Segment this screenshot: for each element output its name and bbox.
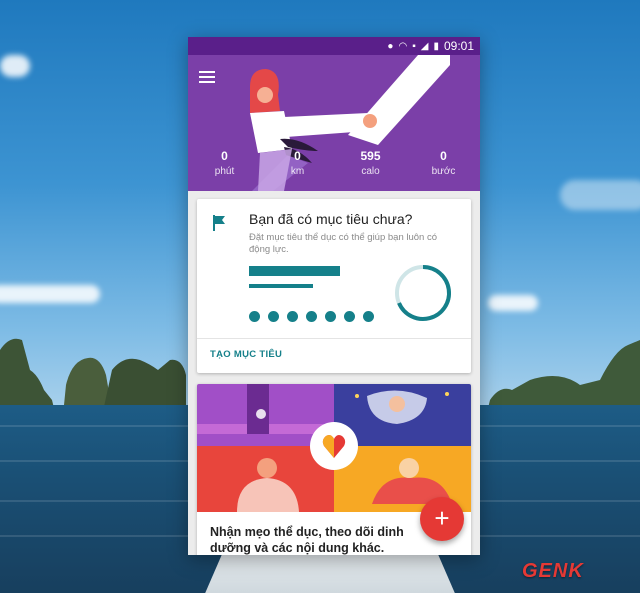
activity-header: 0 phút 0 km 595 calo 0 bước [188,55,480,191]
stat-label: km [290,166,305,177]
phone-screen: ● ◠ ▪ ◢ ▮ 09:01 0 phút 0 km 595 calo 0 b… [188,37,480,555]
genk-logo: GENK [522,560,584,582]
stat-minutes: 0 phút [188,149,261,177]
wifi-icon: ◠ [398,40,408,52]
stat-value: 0 [221,149,228,163]
tips-card-text: Nhận mẹo thể dục, theo dõi dinh dưỡng và… [210,525,404,555]
goal-bar-primary [249,266,340,276]
cloud [560,180,640,210]
stat-km: 0 km [261,149,334,177]
stat-label: calo [361,166,380,177]
stat-calories: 595 calo [334,149,407,177]
cloud [488,295,538,311]
cloud [0,285,100,303]
location-icon: ● [387,40,394,52]
sim-icon: ▪ [412,40,416,52]
stat-value: 0 [294,149,301,163]
goal-card-title: Bạn đã có mục tiêu chưa? [249,211,413,227]
stat-label: bước [431,166,456,177]
tips-illustration [197,384,471,512]
menu-button[interactable] [199,71,215,83]
goal-ring [395,265,451,321]
status-time: 09:01 [443,39,474,53]
battery-icon: ▮ [433,40,439,52]
goal-card-subtitle: Đặt mục tiêu thể dục có thể giúp bạn luô… [249,232,438,255]
stat-label: phút [214,166,235,177]
add-activity-fab[interactable]: + [420,497,464,541]
flag-icon [213,215,225,231]
goal-card: Bạn đã có mục tiêu chưa? Đặt mục tiêu th… [197,199,471,373]
goal-bar-secondary [249,284,313,288]
stats-row: 0 phút 0 km 595 calo 0 bước [188,149,480,177]
status-bar: ● ◠ ▪ ◢ ▮ 09:01 [188,37,480,55]
signal-icon: ◢ [420,40,429,52]
stat-value: 0 [440,149,447,163]
stat-steps: 0 bước [407,149,480,177]
cloud [0,55,30,77]
goal-dots [249,311,374,322]
create-goal-button[interactable]: TẠO MỤC TIÊU [210,349,282,360]
divider [197,338,471,339]
stat-value: 595 [360,149,381,163]
